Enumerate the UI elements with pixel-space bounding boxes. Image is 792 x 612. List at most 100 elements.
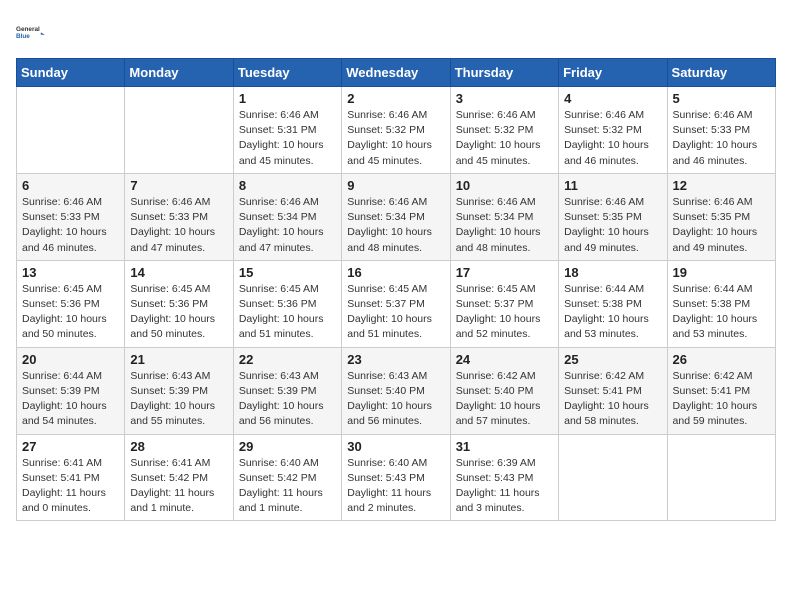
day-info: Sunrise: 6:43 AM Sunset: 5:39 PM Dayligh… (239, 369, 336, 430)
calendar-cell: 26Sunrise: 6:42 AM Sunset: 5:41 PM Dayli… (667, 347, 775, 434)
day-number: 7 (130, 178, 227, 193)
day-number: 20 (22, 352, 119, 367)
day-info: Sunrise: 6:46 AM Sunset: 5:31 PM Dayligh… (239, 108, 336, 169)
day-number: 17 (456, 265, 553, 280)
day-info: Sunrise: 6:43 AM Sunset: 5:40 PM Dayligh… (347, 369, 444, 430)
calendar-week-row: 20 Sunrise: 6:44 AM Sunset: 5:39 PM Dayli… (17, 347, 776, 434)
day-info: Sunrise: 6:44 AM Sunset: 5:38 PM Dayligh… (564, 282, 661, 343)
day-number: 6 (22, 178, 119, 193)
day-info: Sunrise: 6:44 AM Sunset: 5:39 PM Dayligh… (22, 369, 119, 430)
calendar-cell: 7 Sunrise: 6:46 AM Sunset: 5:33 PM Daylig… (125, 173, 233, 260)
calendar-week-row: 6 Sunrise: 6:46 AM Sunset: 5:33 PM Daylig… (17, 173, 776, 260)
day-info: Sunrise: 6:41 AM Sunset: 5:42 PM Dayligh… (130, 456, 227, 517)
calendar-cell: 14 Sunrise: 6:45 AM Sunset: 5:36 PM Dayli… (125, 260, 233, 347)
calendar-cell: 13 Sunrise: 6:45 AM Sunset: 5:36 PM Dayli… (17, 260, 125, 347)
calendar-table: SundayMondayTuesdayWednesdayThursdayFrid… (16, 58, 776, 521)
day-number: 13 (22, 265, 119, 280)
day-number: 21 (130, 352, 227, 367)
day-number: 14 (130, 265, 227, 280)
day-number: 29 (239, 439, 336, 454)
calendar-cell: 12 Sunrise: 6:46 AM Sunset: 5:35 PM Dayli… (667, 173, 775, 260)
calendar-cell: 10Sunrise: 6:46 AM Sunset: 5:34 PM Dayli… (450, 173, 558, 260)
weekday-header: Tuesday (233, 59, 341, 87)
calendar-cell: 2 Sunrise: 6:46 AM Sunset: 5:32 PM Daylig… (342, 87, 450, 174)
day-number: 16 (347, 265, 444, 280)
calendar-cell: 19 Sunrise: 6:44 AM Sunset: 5:38 PM Dayli… (667, 260, 775, 347)
day-info: Sunrise: 6:46 AM Sunset: 5:34 PM Dayligh… (239, 195, 336, 256)
day-number: 3 (456, 91, 553, 106)
day-info: Sunrise: 6:44 AM Sunset: 5:38 PM Dayligh… (673, 282, 770, 343)
day-info: Sunrise: 6:42 AM Sunset: 5:40 PM Dayligh… (456, 369, 553, 430)
svg-text:General: General (16, 26, 40, 33)
day-number: 28 (130, 439, 227, 454)
calendar-week-row: 27 Sunrise: 6:41 AM Sunset: 5:41 PM Dayli… (17, 434, 776, 521)
day-number: 27 (22, 439, 119, 454)
day-info: Sunrise: 6:40 AM Sunset: 5:42 PM Dayligh… (239, 456, 336, 517)
day-info: Sunrise: 6:46 AM Sunset: 5:33 PM Dayligh… (22, 195, 119, 256)
day-info: Sunrise: 6:45 AM Sunset: 5:37 PM Dayligh… (347, 282, 444, 343)
day-number: 23 (347, 352, 444, 367)
calendar-cell: 3 Sunrise: 6:46 AM Sunset: 5:32 PM Daylig… (450, 87, 558, 174)
calendar-cell: 15Sunrise: 6:45 AM Sunset: 5:36 PM Dayli… (233, 260, 341, 347)
day-number: 24 (456, 352, 553, 367)
calendar-cell: 18Sunrise: 6:44 AM Sunset: 5:38 PM Dayli… (559, 260, 667, 347)
day-number: 11 (564, 178, 661, 193)
logo: GeneralBlue (16, 16, 48, 48)
calendar-cell (559, 434, 667, 521)
calendar-cell: 22 Sunrise: 6:43 AM Sunset: 5:39 PM Dayli… (233, 347, 341, 434)
day-info: Sunrise: 6:42 AM Sunset: 5:41 PM Dayligh… (564, 369, 661, 430)
day-number: 4 (564, 91, 661, 106)
day-info: Sunrise: 6:46 AM Sunset: 5:33 PM Dayligh… (130, 195, 227, 256)
day-info: Sunrise: 6:46 AM Sunset: 5:32 PM Dayligh… (456, 108, 553, 169)
day-number: 12 (673, 178, 770, 193)
day-info: Sunrise: 6:46 AM Sunset: 5:34 PM Dayligh… (347, 195, 444, 256)
day-info: Sunrise: 6:46 AM Sunset: 5:32 PM Dayligh… (347, 108, 444, 169)
day-info: Sunrise: 6:45 AM Sunset: 5:36 PM Dayligh… (22, 282, 119, 343)
weekday-header: Friday (559, 59, 667, 87)
weekday-header: Thursday (450, 59, 558, 87)
weekday-header: Sunday (17, 59, 125, 87)
calendar-cell (17, 87, 125, 174)
day-info: Sunrise: 6:46 AM Sunset: 5:34 PM Dayligh… (456, 195, 553, 256)
calendar-cell: 21 Sunrise: 6:43 AM Sunset: 5:39 PM Dayli… (125, 347, 233, 434)
calendar-cell: 11Sunrise: 6:46 AM Sunset: 5:35 PM Dayli… (559, 173, 667, 260)
day-number: 25 (564, 352, 661, 367)
calendar-cell: 4 Sunrise: 6:46 AM Sunset: 5:32 PM Daylig… (559, 87, 667, 174)
day-number: 22 (239, 352, 336, 367)
day-number: 1 (239, 91, 336, 106)
calendar-cell: 23 Sunrise: 6:43 AM Sunset: 5:40 PM Dayli… (342, 347, 450, 434)
day-number: 26 (673, 352, 770, 367)
day-info: Sunrise: 6:40 AM Sunset: 5:43 PM Dayligh… (347, 456, 444, 517)
calendar-cell: 24 Sunrise: 6:42 AM Sunset: 5:40 PM Dayli… (450, 347, 558, 434)
day-number: 2 (347, 91, 444, 106)
calendar-cell: 1 Sunrise: 6:46 AM Sunset: 5:31 PM Daylig… (233, 87, 341, 174)
day-info: Sunrise: 6:46 AM Sunset: 5:32 PM Dayligh… (564, 108, 661, 169)
day-number: 8 (239, 178, 336, 193)
calendar-cell: 28 Sunrise: 6:41 AM Sunset: 5:42 PM Dayli… (125, 434, 233, 521)
calendar-cell: 16 Sunrise: 6:45 AM Sunset: 5:37 PM Dayli… (342, 260, 450, 347)
day-info: Sunrise: 6:43 AM Sunset: 5:39 PM Dayligh… (130, 369, 227, 430)
calendar-cell: 17 Sunrise: 6:45 AM Sunset: 5:37 PM Dayli… (450, 260, 558, 347)
day-info: Sunrise: 6:45 AM Sunset: 5:36 PM Dayligh… (130, 282, 227, 343)
calendar-cell: 30 Sunrise: 6:40 AM Sunset: 5:43 PM Dayli… (342, 434, 450, 521)
day-number: 19 (673, 265, 770, 280)
day-info: Sunrise: 6:45 AM Sunset: 5:36 PM Dayligh… (239, 282, 336, 343)
day-number: 9 (347, 178, 444, 193)
day-info: Sunrise: 6:41 AM Sunset: 5:41 PM Dayligh… (22, 456, 119, 517)
calendar-week-row: 13 Sunrise: 6:45 AM Sunset: 5:36 PM Dayli… (17, 260, 776, 347)
day-number: 30 (347, 439, 444, 454)
calendar-header-row: SundayMondayTuesdayWednesdayThursdayFrid… (17, 59, 776, 87)
weekday-header: Wednesday (342, 59, 450, 87)
day-number: 5 (673, 91, 770, 106)
day-info: Sunrise: 6:39 AM Sunset: 5:43 PM Dayligh… (456, 456, 553, 517)
day-info: Sunrise: 6:45 AM Sunset: 5:37 PM Dayligh… (456, 282, 553, 343)
day-number: 31 (456, 439, 553, 454)
calendar-cell: 25 Sunrise: 6:42 AM Sunset: 5:41 PM Dayli… (559, 347, 667, 434)
calendar-cell: 6 Sunrise: 6:46 AM Sunset: 5:33 PM Daylig… (17, 173, 125, 260)
calendar-cell: 8 Sunrise: 6:46 AM Sunset: 5:34 PM Daylig… (233, 173, 341, 260)
day-info: Sunrise: 6:46 AM Sunset: 5:33 PM Dayligh… (673, 108, 770, 169)
weekday-header: Monday (125, 59, 233, 87)
weekday-header: Saturday (667, 59, 775, 87)
logo-icon: GeneralBlue (16, 16, 48, 48)
day-info: Sunrise: 6:46 AM Sunset: 5:35 PM Dayligh… (673, 195, 770, 256)
